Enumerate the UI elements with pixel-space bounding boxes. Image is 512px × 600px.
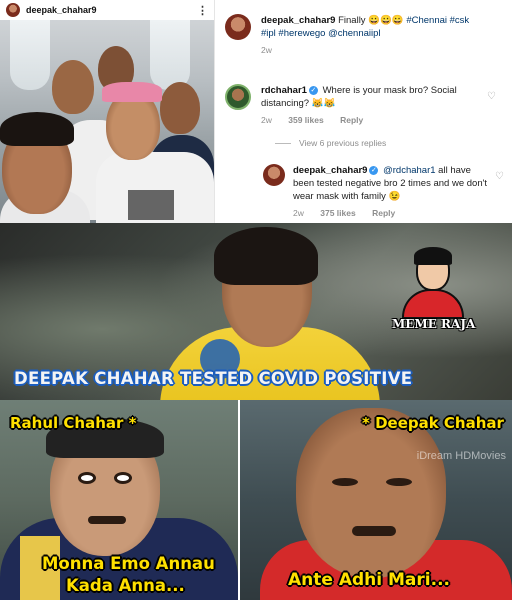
group-selfie-photo <box>0 20 214 223</box>
instagram-screenshot: deepak_chahar9 ⋮ deepak_chahar9 Finally … <box>0 0 512 223</box>
verified-badge-icon: ✓ <box>308 85 318 95</box>
comment-likes[interactable]: 359 likes <box>288 115 323 125</box>
character-eye <box>386 478 412 486</box>
person-face <box>52 60 94 114</box>
panel-top-caption: * Deepak Chahar <box>362 414 504 432</box>
logo-hair <box>414 247 452 265</box>
person-face <box>160 82 200 134</box>
reply-username[interactable]: deepak_chahar9 <box>293 165 367 176</box>
reply-button[interactable]: Reply <box>372 208 395 218</box>
airplane-window <box>150 20 190 90</box>
divider-line <box>275 143 291 145</box>
logo-text: MEME RAJA <box>392 317 476 331</box>
shirt-print <box>128 190 174 220</box>
caption-text: Finally <box>338 15 369 26</box>
pink-cap <box>102 82 162 102</box>
video-watermark: iDream HDMovies <box>416 450 506 462</box>
comments-panel: deepak_chahar9 Finally 😀😀😀 #Chennai #csk… <box>214 0 512 223</box>
view-previous-replies[interactable]: View 6 previous replies <box>275 138 386 148</box>
comment-time: 2w <box>261 115 272 125</box>
character-eye <box>332 478 358 486</box>
caption-emojis: 😀😀😀 <box>368 15 404 26</box>
post-header: deepak_chahar9 ⋮ <box>0 0 214 20</box>
post-photo-panel: deepak_chahar9 ⋮ <box>0 0 214 223</box>
character-eye <box>78 472 96 484</box>
verified-badge-icon: ✓ <box>369 165 379 175</box>
meme-raja-logo <box>398 247 468 319</box>
view-previous-label: View 6 previous replies <box>299 138 387 148</box>
character-moustache <box>88 516 126 524</box>
meme-panel-left: Rahul Chahar * Monna Emo Annau Kada Anna… <box>0 400 238 600</box>
news-banner: MEME RAJA DEEPAK CHAHAR TESTED COVID POS… <box>0 223 512 400</box>
character-face <box>296 408 446 578</box>
panel-bottom-caption-line1: Monna Emo Annau <box>42 554 215 573</box>
panel-bottom-caption-line2: Kada Anna... <box>66 576 185 595</box>
caption-hashtags[interactable]: #Chennai #csk <box>404 15 469 26</box>
comment-item: rdchahar1 ✓ Where is your mask bro? Socia… <box>225 84 504 127</box>
person-hair <box>0 112 74 146</box>
reply-likes[interactable]: 375 likes <box>320 208 355 218</box>
player-hair <box>214 227 318 285</box>
caption-time: 2w <box>261 45 272 55</box>
commenter-avatar[interactable] <box>225 84 251 110</box>
owner-avatar[interactable] <box>6 3 20 17</box>
reply-time: 2w <box>293 208 304 218</box>
owner-username[interactable]: deepak_chahar9 <box>26 5 97 15</box>
more-options-icon[interactable]: ⋮ <box>197 4 208 17</box>
reply-mention[interactable]: @rdchahar1 <box>383 165 435 176</box>
caption-username[interactable]: deepak_chahar9 <box>261 15 335 26</box>
post-caption: deepak_chahar9 Finally 😀😀😀 #Chennai #csk… <box>225 14 504 57</box>
like-heart-icon[interactable]: ♡ <box>487 90 496 103</box>
panel-bottom-caption: Ante Adhi Mari... <box>288 570 450 590</box>
like-heart-icon[interactable]: ♡ <box>495 170 504 183</box>
reply-item: deepak_chahar9 ✓ @rdchahar1 all have been… <box>263 164 504 220</box>
airplane-window <box>10 20 50 90</box>
meme-panel-right: iDream HDMovies * Deepak Chahar Ante Adh… <box>240 400 512 600</box>
banner-headline: DEEPAK CHAHAR TESTED COVID POSITIVE <box>14 369 413 388</box>
reply-button[interactable]: Reply <box>340 115 363 125</box>
panel-top-caption: Rahul Chahar * <box>10 414 137 432</box>
comment-username[interactable]: rdchahar1 <box>261 85 307 96</box>
reply-avatar[interactable] <box>263 164 285 186</box>
logo-body <box>402 289 464 319</box>
character-moustache <box>352 526 396 536</box>
character-eye <box>114 472 132 484</box>
caption-hashtags-2[interactable]: #ipl #herewego @chennaiipl <box>261 28 381 39</box>
caption-avatar[interactable] <box>225 14 251 40</box>
